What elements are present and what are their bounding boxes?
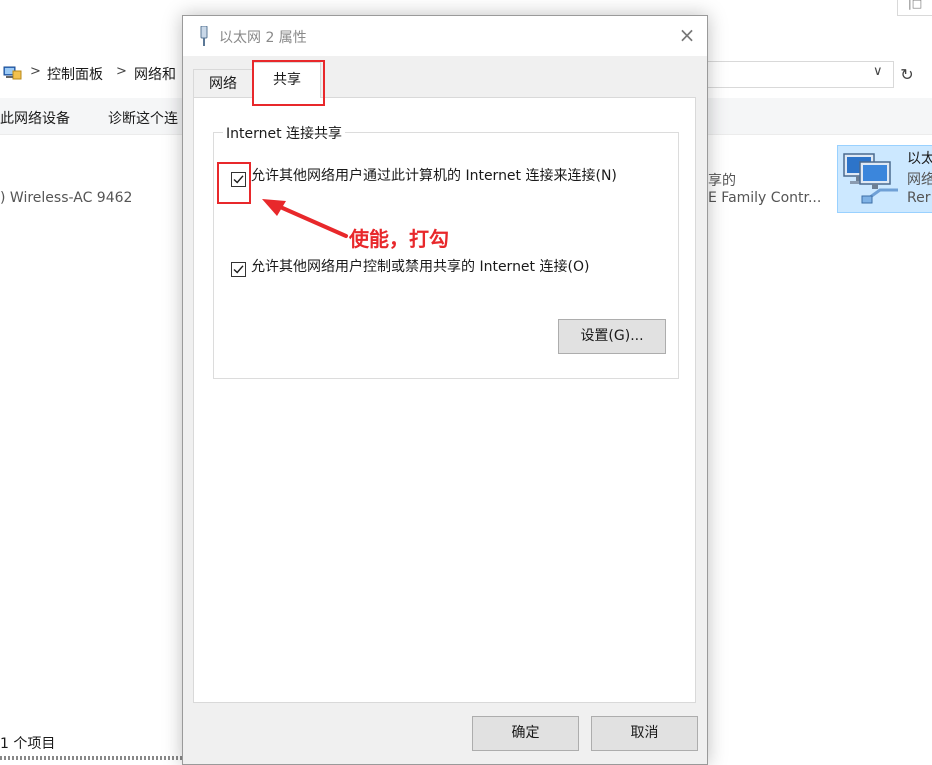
command-disable-device[interactable]: 此网络设备: [0, 108, 70, 128]
allow-control-label[interactable]: 允许其他网络用户控制或禁用共享的 Internet 连接(O): [251, 256, 589, 276]
status-item-count: 1 个项目: [0, 736, 56, 752]
adapter-ethernet-name: 以太: [907, 151, 932, 167]
network-adapter-icon: [843, 153, 898, 204]
adapter-ethernet-device: Rer: [907, 190, 931, 206]
breadcrumb-control-panel[interactable]: 控制面板: [47, 64, 103, 84]
settings-button[interactable]: 设置(G)...: [558, 319, 666, 354]
adapter-wireless-name[interactable]: ) Wireless-AC 9462: [0, 190, 132, 206]
control-panel-icon: [3, 66, 22, 80]
fragment-glyph: |□: [908, 0, 923, 10]
adapter-ethernet-status: 网络: [907, 172, 932, 188]
properties-dialog: 以太网 2 属性 × 网络 共享 Internet 连接共享 允许其他网络用户通…: [182, 15, 708, 765]
annotation-arrow-icon: [262, 199, 348, 238]
breadcrumb-chevron-icon: >: [116, 64, 127, 79]
ics-group-title: Internet 连接共享: [223, 123, 346, 143]
close-button[interactable]: ×: [675, 24, 699, 48]
address-dropdown-icon[interactable]: ∨: [873, 64, 883, 79]
dialog-titlebar[interactable]: 以太网 2 属性 ×: [183, 16, 707, 56]
adapter-status: 享的: [708, 173, 736, 189]
statusbar-divider: [0, 756, 182, 760]
allow-control-checkbox[interactable]: [231, 262, 246, 277]
dialog-title: 以太网 2 属性: [219, 30, 307, 46]
breadcrumb-chevron-icon: >: [30, 64, 41, 79]
address-bar[interactable]: [706, 61, 894, 88]
allow-connect-label[interactable]: 允许其他网络用户通过此计算机的 Internet 连接来连接(N): [251, 165, 617, 185]
checkmark-icon: [233, 265, 244, 274]
refresh-icon[interactable]: ↻: [897, 61, 917, 88]
tab-network[interactable]: 网络: [193, 69, 253, 97]
checkbox-highlight-box: [217, 162, 251, 204]
cancel-button[interactable]: 取消: [591, 716, 698, 751]
command-diagnose[interactable]: 诊断这个连: [108, 108, 178, 128]
tab-highlight-box: [252, 60, 325, 106]
breadcrumb-network[interactable]: 网络和: [134, 64, 176, 84]
sharing-tab-panel: Internet 连接共享 允许其他网络用户通过此计算机的 Internet 连…: [193, 97, 696, 703]
ok-button[interactable]: 确定: [472, 716, 579, 751]
annotation-label: 使能，打勾: [349, 227, 449, 251]
ethernet-plug-icon: [200, 26, 208, 46]
adapter-device: E Family Contr...: [708, 190, 822, 206]
window-corner-fragment: |□: [897, 0, 932, 16]
